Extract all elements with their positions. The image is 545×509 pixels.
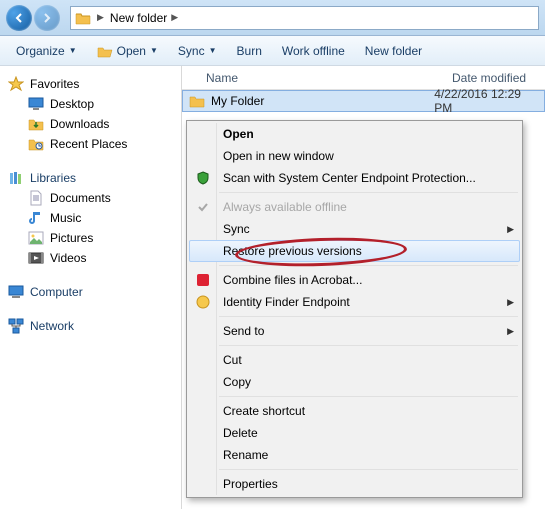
file-name: My Folder <box>211 94 264 108</box>
organize-button[interactable]: Organize▼ <box>8 41 85 61</box>
libraries-icon <box>8 170 24 186</box>
ctx-delete[interactable]: Delete <box>189 422 520 444</box>
ctx-restore-previous-versions[interactable]: Restore previous versions <box>189 240 520 262</box>
sidebar-item-documents[interactable]: Documents <box>4 188 177 208</box>
ctx-cut[interactable]: Cut <box>189 349 520 371</box>
sidebar-libraries-header[interactable]: Libraries <box>4 168 177 188</box>
sidebar-item-pictures[interactable]: Pictures <box>4 228 177 248</box>
ctx-always-offline: Always available offline <box>189 196 520 218</box>
toolbar: Organize▼ Open▼ Sync▼ Burn Work offline … <box>0 36 545 66</box>
column-date[interactable]: Date modified <box>442 71 536 85</box>
submenu-arrow-icon: ▶ <box>507 297 514 308</box>
pictures-icon <box>28 230 44 246</box>
separator <box>219 192 518 193</box>
ctx-open[interactable]: Open <box>189 123 520 145</box>
ctx-open-new-window[interactable]: Open in new window <box>189 145 520 167</box>
submenu-arrow-icon: ▶ <box>507 326 514 337</box>
open-button[interactable]: Open▼ <box>89 40 166 62</box>
ctx-properties[interactable]: Properties <box>189 473 520 495</box>
sidebar-computer[interactable]: Computer <box>4 282 177 302</box>
context-menu: Open Open in new window Scan with System… <box>186 120 523 498</box>
sidebar-item-label: Pictures <box>50 231 93 245</box>
separator <box>219 396 518 397</box>
sidebar-item-label: Downloads <box>50 117 109 131</box>
sidebar-item-downloads[interactable]: Downloads <box>4 114 177 134</box>
chevron-down-icon: ▼ <box>69 46 77 55</box>
titlebar: ▶ New folder ▶ <box>0 0 545 36</box>
folder-icon <box>75 10 91 26</box>
identity-icon <box>195 294 211 310</box>
downloads-icon <box>28 116 44 132</box>
submenu-arrow-icon: ▶ <box>507 224 514 235</box>
sidebar-item-music[interactable]: Music <box>4 208 177 228</box>
chevron-right-icon: ▶ <box>171 12 178 23</box>
new-folder-button[interactable]: New folder <box>357 41 430 61</box>
sidebar-favorites-header[interactable]: Favorites <box>4 74 177 94</box>
ctx-scan[interactable]: Scan with System Center Endpoint Protect… <box>189 167 520 189</box>
computer-icon <box>8 284 24 300</box>
sidebar-libraries-label: Libraries <box>30 171 76 185</box>
ctx-copy[interactable]: Copy <box>189 371 520 393</box>
sync-button[interactable]: Sync▼ <box>170 41 225 61</box>
address-bar[interactable]: ▶ New folder ▶ <box>70 6 539 30</box>
desktop-icon <box>28 96 44 112</box>
sidebar-item-recent-places[interactable]: Recent Places <box>4 134 177 154</box>
ctx-rename[interactable]: Rename <box>189 444 520 466</box>
burn-button[interactable]: Burn <box>229 41 270 61</box>
separator <box>219 265 518 266</box>
breadcrumb-location[interactable]: New folder ▶ <box>110 11 178 25</box>
sidebar-item-label: Desktop <box>50 97 94 111</box>
sidebar-network-label: Network <box>30 319 74 333</box>
documents-icon <box>28 190 44 206</box>
ctx-combine-acrobat[interactable]: Combine files in Acrobat... <box>189 269 520 291</box>
breadcrumb-label: New folder <box>110 11 167 25</box>
ctx-identity-finder[interactable]: Identity Finder Endpoint▶ <box>189 291 520 313</box>
ctx-send-to[interactable]: Send to▶ <box>189 320 520 342</box>
breadcrumb-root[interactable]: ▶ <box>97 12 104 23</box>
sidebar-computer-label: Computer <box>30 285 83 299</box>
sidebar-item-label: Videos <box>50 251 86 265</box>
separator <box>219 316 518 317</box>
acrobat-icon <box>195 272 211 288</box>
chevron-down-icon: ▼ <box>209 46 217 55</box>
separator <box>219 469 518 470</box>
folder-open-icon <box>97 43 113 59</box>
sidebar-item-label: Music <box>50 211 81 225</box>
shield-icon <box>195 170 211 186</box>
chevron-down-icon: ▼ <box>150 46 158 55</box>
file-date: 4/22/2016 12:29 PM <box>424 87 544 115</box>
work-offline-button[interactable]: Work offline <box>274 41 353 61</box>
separator <box>219 345 518 346</box>
column-name[interactable]: Name <box>182 71 442 85</box>
check-icon <box>195 199 211 215</box>
file-row[interactable]: My Folder 4/22/2016 12:29 PM <box>182 90 545 112</box>
music-icon <box>28 210 44 226</box>
sidebar-item-videos[interactable]: Videos <box>4 248 177 268</box>
network-icon <box>8 318 24 334</box>
ctx-create-shortcut[interactable]: Create shortcut <box>189 400 520 422</box>
nav-back-button[interactable] <box>6 5 32 31</box>
sidebar-item-desktop[interactable]: Desktop <box>4 94 177 114</box>
folder-icon <box>189 93 205 109</box>
star-icon <box>8 76 24 92</box>
sidebar-item-label: Documents <box>50 191 111 205</box>
videos-icon <box>28 250 44 266</box>
sidebar-item-label: Recent Places <box>50 137 127 151</box>
sidebar-network[interactable]: Network <box>4 316 177 336</box>
ctx-sync[interactable]: Sync▶ <box>189 218 520 240</box>
chevron-right-icon: ▶ <box>97 12 104 23</box>
sidebar-favorites-label: Favorites <box>30 77 79 91</box>
sidebar: Favorites Desktop Downloads Recent Place… <box>0 66 182 509</box>
nav-forward-button[interactable] <box>34 5 60 31</box>
recent-places-icon <box>28 136 44 152</box>
